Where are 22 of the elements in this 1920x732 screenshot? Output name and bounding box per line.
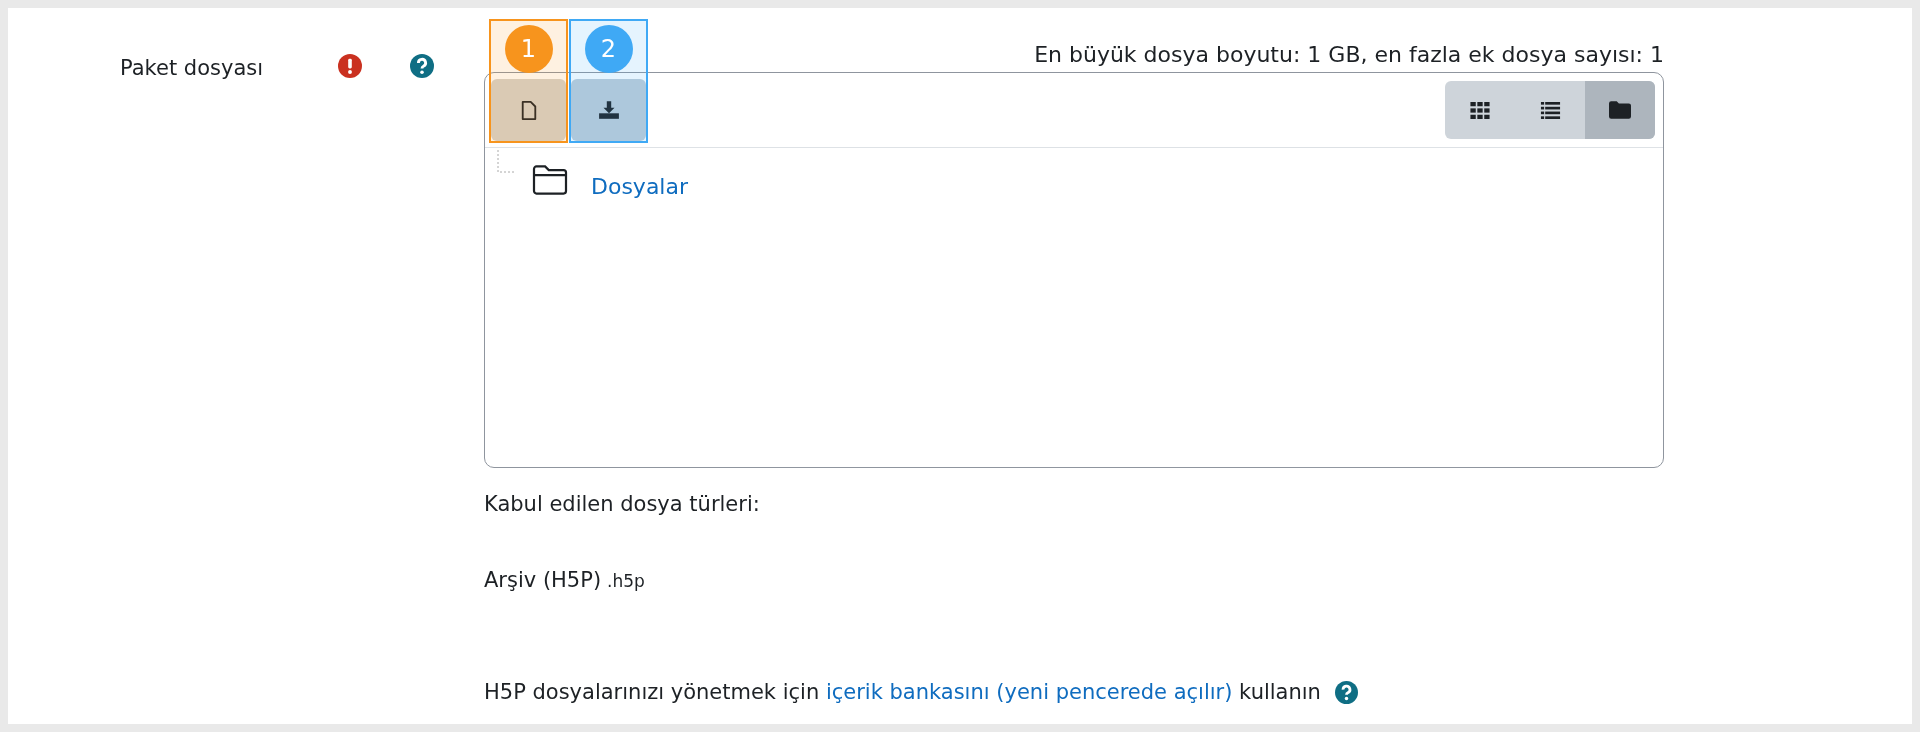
download-icon — [597, 100, 620, 120]
file-extension: .h5p — [607, 571, 645, 591]
folder-link[interactable]: Dosyalar — [591, 174, 688, 199]
step-badge: 1 — [504, 25, 553, 73]
field-label: Paket dosyası — [120, 55, 265, 82]
tree-connector — [497, 150, 517, 174]
tree-view-button[interactable] — [1585, 81, 1655, 139]
content-bank-text: H5P dosyalarınızı yönetmek için içerik bankasını (yeni pencerede açılır) kullanın — [484, 680, 1321, 704]
grid-icon — [1470, 101, 1490, 119]
add-file-button[interactable] — [491, 79, 566, 141]
help-icon[interactable] — [410, 54, 434, 78]
help-icon[interactable] — [1334, 680, 1358, 704]
folder-icon — [1609, 101, 1631, 119]
download-button[interactable] — [571, 79, 646, 141]
accepted-types-label: Kabul edilen dosya türleri: — [484, 492, 761, 516]
file-limits-text: En büyük dosya boyutu: 1 GB, en fazla ek dosya sayısı: 1 — [1034, 42, 1664, 67]
folder-icon — [531, 164, 569, 196]
file-type-name: Arşiv (H5P) — [484, 568, 602, 592]
list-icon — [1539, 101, 1561, 119]
content-bank-link[interactable]: içerik bankasını (yeni pencerede açılır) — [825, 680, 1233, 704]
file-icon — [520, 99, 537, 121]
step-badge: 2 — [584, 25, 633, 73]
